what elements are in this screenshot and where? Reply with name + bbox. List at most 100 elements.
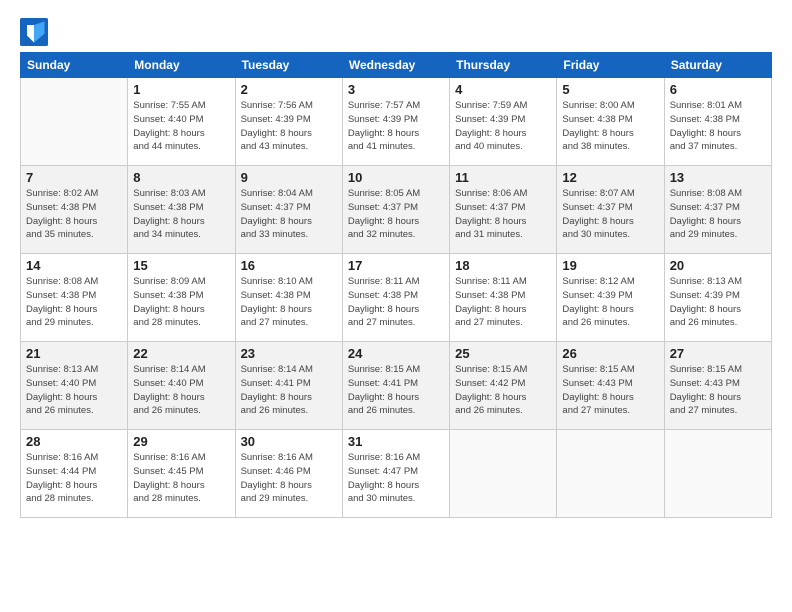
- logo-icon: [20, 18, 48, 46]
- day-info: Sunrise: 8:06 AMSunset: 4:37 PMDaylight:…: [455, 187, 551, 242]
- weekday-header-row: SundayMondayTuesdayWednesdayThursdayFrid…: [21, 53, 772, 78]
- calendar-cell: [21, 78, 128, 166]
- calendar-cell: 3 Sunrise: 7:57 AMSunset: 4:39 PMDaylight…: [342, 78, 449, 166]
- calendar-cell: 16 Sunrise: 8:10 AMSunset: 4:38 PMDayligh…: [235, 254, 342, 342]
- weekday-header-friday: Friday: [557, 53, 664, 78]
- day-info: Sunrise: 8:14 AMSunset: 4:40 PMDaylight:…: [133, 363, 229, 418]
- day-number: 2: [241, 82, 337, 97]
- day-number: 14: [26, 258, 122, 273]
- day-number: 3: [348, 82, 444, 97]
- calendar-cell: [557, 430, 664, 518]
- day-number: 13: [670, 170, 766, 185]
- weekday-header-monday: Monday: [128, 53, 235, 78]
- day-info: Sunrise: 8:14 AMSunset: 4:41 PMDaylight:…: [241, 363, 337, 418]
- day-info: Sunrise: 8:13 AMSunset: 4:39 PMDaylight:…: [670, 275, 766, 330]
- day-info: Sunrise: 7:57 AMSunset: 4:39 PMDaylight:…: [348, 99, 444, 154]
- day-number: 10: [348, 170, 444, 185]
- calendar-cell: 14 Sunrise: 8:08 AMSunset: 4:38 PMDayligh…: [21, 254, 128, 342]
- calendar-cell: 1 Sunrise: 7:55 AMSunset: 4:40 PMDaylight…: [128, 78, 235, 166]
- day-number: 21: [26, 346, 122, 361]
- week-row-2: 7 Sunrise: 8:02 AMSunset: 4:38 PMDaylight…: [21, 166, 772, 254]
- day-info: Sunrise: 8:08 AMSunset: 4:38 PMDaylight:…: [26, 275, 122, 330]
- weekday-header-thursday: Thursday: [450, 53, 557, 78]
- calendar-cell: 8 Sunrise: 8:03 AMSunset: 4:38 PMDaylight…: [128, 166, 235, 254]
- day-info: Sunrise: 8:11 AMSunset: 4:38 PMDaylight:…: [348, 275, 444, 330]
- calendar-cell: [450, 430, 557, 518]
- day-info: Sunrise: 8:08 AMSunset: 4:37 PMDaylight:…: [670, 187, 766, 242]
- day-info: Sunrise: 8:15 AMSunset: 4:41 PMDaylight:…: [348, 363, 444, 418]
- day-number: 7: [26, 170, 122, 185]
- day-info: Sunrise: 7:59 AMSunset: 4:39 PMDaylight:…: [455, 99, 551, 154]
- day-info: Sunrise: 7:55 AMSunset: 4:40 PMDaylight:…: [133, 99, 229, 154]
- week-row-1: 1 Sunrise: 7:55 AMSunset: 4:40 PMDaylight…: [21, 78, 772, 166]
- calendar-table: SundayMondayTuesdayWednesdayThursdayFrid…: [20, 52, 772, 518]
- day-number: 8: [133, 170, 229, 185]
- day-info: Sunrise: 8:01 AMSunset: 4:38 PMDaylight:…: [670, 99, 766, 154]
- day-number: 23: [241, 346, 337, 361]
- calendar-cell: 26 Sunrise: 8:15 AMSunset: 4:43 PMDayligh…: [557, 342, 664, 430]
- day-info: Sunrise: 8:16 AMSunset: 4:47 PMDaylight:…: [348, 451, 444, 506]
- weekday-header-sunday: Sunday: [21, 53, 128, 78]
- calendar-cell: 6 Sunrise: 8:01 AMSunset: 4:38 PMDaylight…: [664, 78, 771, 166]
- weekday-header-wednesday: Wednesday: [342, 53, 449, 78]
- calendar-cell: 17Sunrise: 8:11 AMSunset: 4:38 PMDayligh…: [342, 254, 449, 342]
- day-info: Sunrise: 8:03 AMSunset: 4:38 PMDaylight:…: [133, 187, 229, 242]
- day-info: Sunrise: 8:16 AMSunset: 4:44 PMDaylight:…: [26, 451, 122, 506]
- day-number: 31: [348, 434, 444, 449]
- calendar-cell: 12Sunrise: 8:07 AMSunset: 4:37 PMDayligh…: [557, 166, 664, 254]
- weekday-header-tuesday: Tuesday: [235, 53, 342, 78]
- day-number: 11: [455, 170, 551, 185]
- day-info: Sunrise: 8:16 AMSunset: 4:46 PMDaylight:…: [241, 451, 337, 506]
- calendar-cell: 20 Sunrise: 8:13 AMSunset: 4:39 PMDayligh…: [664, 254, 771, 342]
- day-info: Sunrise: 8:15 AMSunset: 4:43 PMDaylight:…: [562, 363, 658, 418]
- day-info: Sunrise: 8:15 AMSunset: 4:43 PMDaylight:…: [670, 363, 766, 418]
- calendar-cell: 19Sunrise: 8:12 AMSunset: 4:39 PMDayligh…: [557, 254, 664, 342]
- day-info: Sunrise: 8:00 AMSunset: 4:38 PMDaylight:…: [562, 99, 658, 154]
- calendar-cell: 28 Sunrise: 8:16 AMSunset: 4:44 PMDayligh…: [21, 430, 128, 518]
- header: [20, 18, 772, 46]
- calendar-cell: 4 Sunrise: 7:59 AMSunset: 4:39 PMDaylight…: [450, 78, 557, 166]
- day-info: Sunrise: 8:12 AMSunset: 4:39 PMDaylight:…: [562, 275, 658, 330]
- day-number: 4: [455, 82, 551, 97]
- week-row-5: 28 Sunrise: 8:16 AMSunset: 4:44 PMDayligh…: [21, 430, 772, 518]
- day-number: 1: [133, 82, 229, 97]
- calendar-cell: 21Sunrise: 8:13 AMSunset: 4:40 PMDayligh…: [21, 342, 128, 430]
- day-number: 29: [133, 434, 229, 449]
- week-row-3: 14 Sunrise: 8:08 AMSunset: 4:38 PMDayligh…: [21, 254, 772, 342]
- day-number: 30: [241, 434, 337, 449]
- day-info: Sunrise: 8:15 AMSunset: 4:42 PMDaylight:…: [455, 363, 551, 418]
- calendar-cell: 9Sunrise: 8:04 AMSunset: 4:37 PMDaylight…: [235, 166, 342, 254]
- calendar-cell: 29 Sunrise: 8:16 AMSunset: 4:45 PMDayligh…: [128, 430, 235, 518]
- calendar-cell: 22Sunrise: 8:14 AMSunset: 4:40 PMDayligh…: [128, 342, 235, 430]
- day-number: 26: [562, 346, 658, 361]
- calendar-cell: 31 Sunrise: 8:16 AMSunset: 4:47 PMDayligh…: [342, 430, 449, 518]
- day-number: 28: [26, 434, 122, 449]
- day-number: 15: [133, 258, 229, 273]
- calendar-cell: 30 Sunrise: 8:16 AMSunset: 4:46 PMDayligh…: [235, 430, 342, 518]
- day-info: Sunrise: 8:16 AMSunset: 4:45 PMDaylight:…: [133, 451, 229, 506]
- day-number: 27: [670, 346, 766, 361]
- day-number: 16: [241, 258, 337, 273]
- weekday-header-saturday: Saturday: [664, 53, 771, 78]
- calendar-cell: 18 Sunrise: 8:11 AMSunset: 4:38 PMDayligh…: [450, 254, 557, 342]
- week-row-4: 21Sunrise: 8:13 AMSunset: 4:40 PMDayligh…: [21, 342, 772, 430]
- calendar-cell: 10 Sunrise: 8:05 AMSunset: 4:37 PMDayligh…: [342, 166, 449, 254]
- calendar-cell: 5 Sunrise: 8:00 AMSunset: 4:38 PMDaylight…: [557, 78, 664, 166]
- day-info: Sunrise: 8:02 AMSunset: 4:38 PMDaylight:…: [26, 187, 122, 242]
- calendar-cell: 25Sunrise: 8:15 AMSunset: 4:42 PMDayligh…: [450, 342, 557, 430]
- day-number: 18: [455, 258, 551, 273]
- calendar-cell: 15Sunrise: 8:09 AMSunset: 4:38 PMDayligh…: [128, 254, 235, 342]
- logo: [20, 18, 52, 46]
- calendar-cell: 24Sunrise: 8:15 AMSunset: 4:41 PMDayligh…: [342, 342, 449, 430]
- day-info: Sunrise: 8:11 AMSunset: 4:38 PMDaylight:…: [455, 275, 551, 330]
- calendar-cell: 27 Sunrise: 8:15 AMSunset: 4:43 PMDayligh…: [664, 342, 771, 430]
- day-number: 6: [670, 82, 766, 97]
- day-info: Sunrise: 8:05 AMSunset: 4:37 PMDaylight:…: [348, 187, 444, 242]
- day-number: 20: [670, 258, 766, 273]
- day-number: 5: [562, 82, 658, 97]
- calendar-cell: 13 Sunrise: 8:08 AMSunset: 4:37 PMDayligh…: [664, 166, 771, 254]
- day-info: Sunrise: 8:07 AMSunset: 4:37 PMDaylight:…: [562, 187, 658, 242]
- day-info: Sunrise: 8:10 AMSunset: 4:38 PMDaylight:…: [241, 275, 337, 330]
- day-info: Sunrise: 8:04 AMSunset: 4:37 PMDaylight:…: [241, 187, 337, 242]
- calendar-cell: 2Sunrise: 7:56 AMSunset: 4:39 PMDaylight…: [235, 78, 342, 166]
